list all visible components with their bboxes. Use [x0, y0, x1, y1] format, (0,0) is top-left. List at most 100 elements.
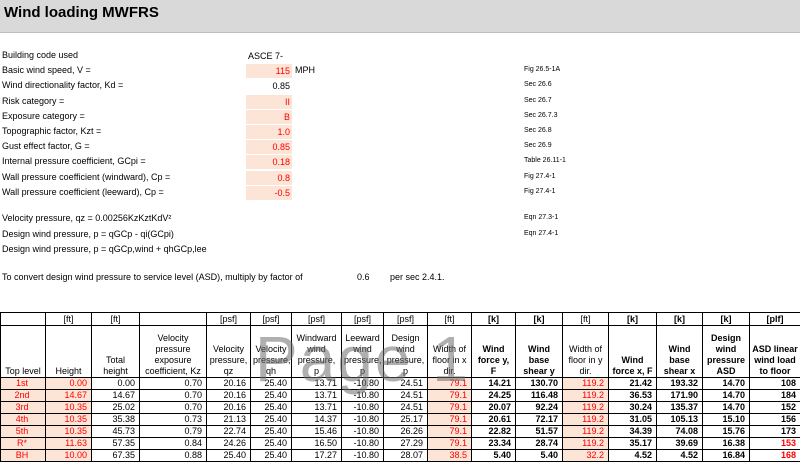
table-cell[interactable]: 79.1	[427, 389, 472, 402]
table-cell[interactable]: -10.80	[341, 449, 384, 462]
parameter-value[interactable]: 0.85	[246, 79, 292, 93]
table-cell[interactable]: 105.13	[656, 413, 703, 426]
table-cell[interactable]: 156	[749, 413, 800, 426]
table-cell[interactable]: 0.70	[139, 401, 207, 414]
table-cell[interactable]: 25.40	[250, 425, 292, 438]
table-cell[interactable]: 24.26	[206, 437, 251, 450]
table-cell[interactable]: 35.38	[91, 413, 140, 426]
table-cell[interactable]: 27.29	[383, 437, 428, 450]
table-cell[interactable]: 168	[749, 449, 800, 462]
table-cell[interactable]: 0.00	[45, 377, 92, 390]
table-cell[interactable]: 20.61	[471, 413, 516, 426]
table-cell[interactable]: 119.2	[562, 377, 609, 390]
table-cell[interactable]: 79.1	[427, 401, 472, 414]
table-cell[interactable]: 35.17	[608, 437, 657, 450]
table-cell[interactable]: 13.71	[291, 401, 342, 414]
table-cell[interactable]: 25.17	[383, 413, 428, 426]
table-cell[interactable]: 25.40	[206, 449, 251, 462]
table-cell[interactable]: 11.63	[45, 437, 92, 450]
table-cell[interactable]: -10.80	[341, 401, 384, 414]
table-cell[interactable]: 152	[749, 401, 800, 414]
table-cell[interactable]: 0.84	[139, 437, 207, 450]
table-cell[interactable]: 14.37	[291, 413, 342, 426]
table-cell[interactable]: 10.35	[45, 413, 92, 426]
table-cell[interactable]: 119.2	[562, 437, 609, 450]
table-cell[interactable]: 30.24	[608, 401, 657, 414]
table-cell[interactable]: 4.52	[656, 449, 703, 462]
level-cell[interactable]: 5th	[0, 425, 46, 438]
table-cell[interactable]: 16.38	[702, 437, 750, 450]
table-cell[interactable]: 14.21	[471, 377, 516, 390]
level-cell[interactable]: 1st	[0, 377, 46, 390]
table-cell[interactable]: 67.35	[91, 449, 140, 462]
table-cell[interactable]: 193.32	[656, 377, 703, 390]
table-cell[interactable]: 24.51	[383, 401, 428, 414]
table-cell[interactable]: 57.35	[91, 437, 140, 450]
table-cell[interactable]: 23.34	[471, 437, 516, 450]
parameter-value[interactable]: 1.0	[246, 125, 292, 139]
table-cell[interactable]: 0.79	[139, 425, 207, 438]
table-cell[interactable]: 14.67	[45, 389, 92, 402]
table-cell[interactable]: 25.40	[250, 413, 292, 426]
table-cell[interactable]: 0.00	[91, 377, 140, 390]
table-cell[interactable]: 34.39	[608, 425, 657, 438]
table-cell[interactable]: 25.40	[250, 389, 292, 402]
table-cell[interactable]: 45.73	[91, 425, 140, 438]
table-cell[interactable]: 20.16	[206, 389, 251, 402]
table-cell[interactable]: -10.80	[341, 377, 384, 390]
table-cell[interactable]: 0.88	[139, 449, 207, 462]
table-cell[interactable]: 14.70	[702, 389, 750, 402]
table-cell[interactable]: 119.2	[562, 425, 609, 438]
parameter-value[interactable]: 0.8	[246, 170, 292, 185]
table-cell[interactable]: 36.53	[608, 389, 657, 402]
parameter-value[interactable]: -0.5	[246, 185, 292, 200]
table-cell[interactable]: 119.2	[562, 389, 609, 402]
table-cell[interactable]: 15.46	[291, 425, 342, 438]
table-cell[interactable]: 21.42	[608, 377, 657, 390]
table-cell[interactable]: 24.51	[383, 377, 428, 390]
parameter-value[interactable]: II	[246, 94, 292, 109]
table-cell[interactable]: 15.76	[702, 425, 750, 438]
table-cell[interactable]: 20.07	[471, 401, 516, 414]
table-cell[interactable]: 51.57	[515, 425, 563, 438]
table-cell[interactable]: 92.24	[515, 401, 563, 414]
table-cell[interactable]: 32.2	[562, 449, 609, 462]
table-cell[interactable]: 21.13	[206, 413, 251, 426]
table-cell[interactable]: 108	[749, 377, 800, 390]
table-cell[interactable]: 39.69	[656, 437, 703, 450]
asd-conversion-factor[interactable]: 0.6	[357, 272, 370, 282]
table-cell[interactable]: 22.74	[206, 425, 251, 438]
table-cell[interactable]: 10.00	[45, 449, 92, 462]
table-cell[interactable]: 171.90	[656, 389, 703, 402]
table-cell[interactable]: 0.73	[139, 413, 207, 426]
table-cell[interactable]: 24.51	[383, 389, 428, 402]
table-cell[interactable]: 24.25	[471, 389, 516, 402]
table-cell[interactable]: 16.84	[702, 449, 750, 462]
table-cell[interactable]: 25.40	[250, 437, 292, 450]
table-cell[interactable]: 14.70	[702, 377, 750, 390]
level-cell[interactable]: R*	[0, 437, 46, 450]
table-cell[interactable]: 20.16	[206, 401, 251, 414]
parameter-value[interactable]: ASCE 7-10	[246, 49, 292, 75]
table-cell[interactable]: 28.07	[383, 449, 428, 462]
table-cell[interactable]: 14.67	[91, 389, 140, 402]
parameter-value[interactable]: 0.85	[246, 140, 292, 155]
table-cell[interactable]: 119.2	[562, 401, 609, 414]
parameter-value[interactable]: 115	[246, 64, 292, 79]
parameter-value[interactable]: B	[246, 109, 292, 124]
table-cell[interactable]: 119.2	[562, 413, 609, 426]
table-cell[interactable]: 184	[749, 389, 800, 402]
table-cell[interactable]: 116.48	[515, 389, 563, 402]
table-cell[interactable]: 14.70	[702, 401, 750, 414]
table-cell[interactable]: 22.82	[471, 425, 516, 438]
table-cell[interactable]: 25.02	[91, 401, 140, 414]
table-cell[interactable]: 5.40	[471, 449, 516, 462]
table-cell[interactable]: 17.27	[291, 449, 342, 462]
level-cell[interactable]: 2nd	[0, 389, 46, 402]
table-cell[interactable]: 72.17	[515, 413, 563, 426]
table-cell[interactable]: -10.80	[341, 437, 384, 450]
table-cell[interactable]: 4.52	[608, 449, 657, 462]
table-cell[interactable]: 135.37	[656, 401, 703, 414]
table-cell[interactable]: 0.70	[139, 377, 207, 390]
level-cell[interactable]: BH	[0, 449, 46, 462]
